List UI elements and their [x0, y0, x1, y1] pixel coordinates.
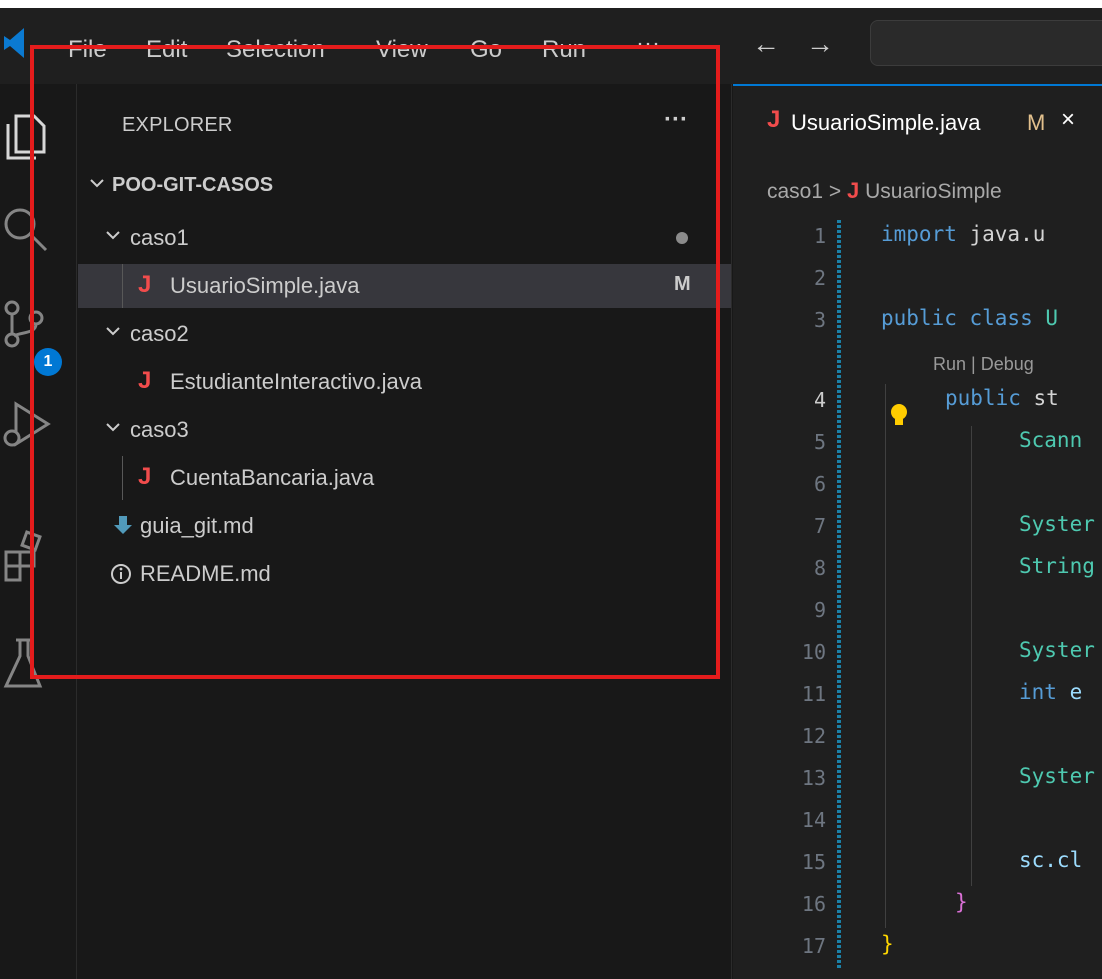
- line-number: 4: [813, 388, 826, 412]
- line-number: 16: [801, 892, 826, 916]
- command-center-search[interactable]: [870, 20, 1102, 66]
- code-line: }: [955, 890, 968, 914]
- vscode-window: File Edit Selection View Go Run ··· ← → …: [0, 8, 1102, 979]
- indent-guide: [971, 426, 972, 886]
- line-number: 7: [813, 514, 826, 538]
- line-number: 2: [813, 266, 826, 290]
- line-number: 17: [801, 934, 826, 958]
- line-number: 13: [801, 766, 826, 790]
- line-number: 5: [813, 430, 826, 454]
- editor-area: J UsuarioSimple.java M × caso1 > J Usuar…: [733, 84, 1102, 979]
- lightbulb-icon[interactable]: [889, 402, 909, 432]
- code-line: Syster: [1019, 638, 1095, 662]
- line-number: 8: [813, 556, 826, 580]
- line-number: 10: [801, 640, 826, 664]
- line-number: 6: [813, 472, 826, 496]
- git-change-gutter: [837, 220, 841, 970]
- editor-tab-usuariosimple[interactable]: J UsuarioSimple.java M ×: [733, 84, 1102, 156]
- codelens-run-debug[interactable]: Run | Debug: [933, 354, 1034, 375]
- line-number: 12: [801, 724, 826, 748]
- code-line: import java.u: [881, 222, 1046, 246]
- line-number: 15: [801, 850, 826, 874]
- tab-modified-badge: M: [1027, 110, 1046, 135]
- code-line: String: [1019, 554, 1095, 578]
- breadcrumb-separator: >: [828, 180, 842, 203]
- nav-forward-button[interactable]: →: [806, 28, 834, 60]
- breadcrumb-file[interactable]: UsuarioSimple: [865, 180, 1002, 203]
- tab-close-button[interactable]: ×: [1061, 106, 1075, 134]
- code-line: Syster: [1019, 512, 1095, 536]
- tab-title: UsuarioSimple.java: [791, 110, 981, 135]
- code-line: sc.cl: [1019, 848, 1083, 872]
- java-file-icon: J: [767, 106, 781, 133]
- code-line: Syster: [1019, 764, 1095, 788]
- line-number: 14: [801, 808, 826, 832]
- code-line: public st: [945, 386, 1059, 410]
- vscode-logo-icon: [4, 28, 24, 58]
- breadcrumb: caso1 > J UsuarioSimple: [767, 178, 1002, 204]
- line-number: 1: [813, 224, 826, 248]
- nav-back-button[interactable]: ←: [752, 28, 780, 60]
- indent-guide: [885, 384, 886, 928]
- code-line: }: [881, 932, 894, 956]
- java-file-icon: J: [847, 178, 860, 203]
- code-line: Scann: [1019, 428, 1083, 452]
- code-line: public class U: [881, 306, 1059, 330]
- line-number: 11: [801, 682, 826, 706]
- line-number: 3: [813, 308, 826, 332]
- breadcrumb-folder[interactable]: caso1: [767, 180, 823, 203]
- highlight-annotation-box: [30, 45, 720, 679]
- code-line: int e: [1019, 680, 1083, 704]
- line-number: 9: [813, 598, 826, 622]
